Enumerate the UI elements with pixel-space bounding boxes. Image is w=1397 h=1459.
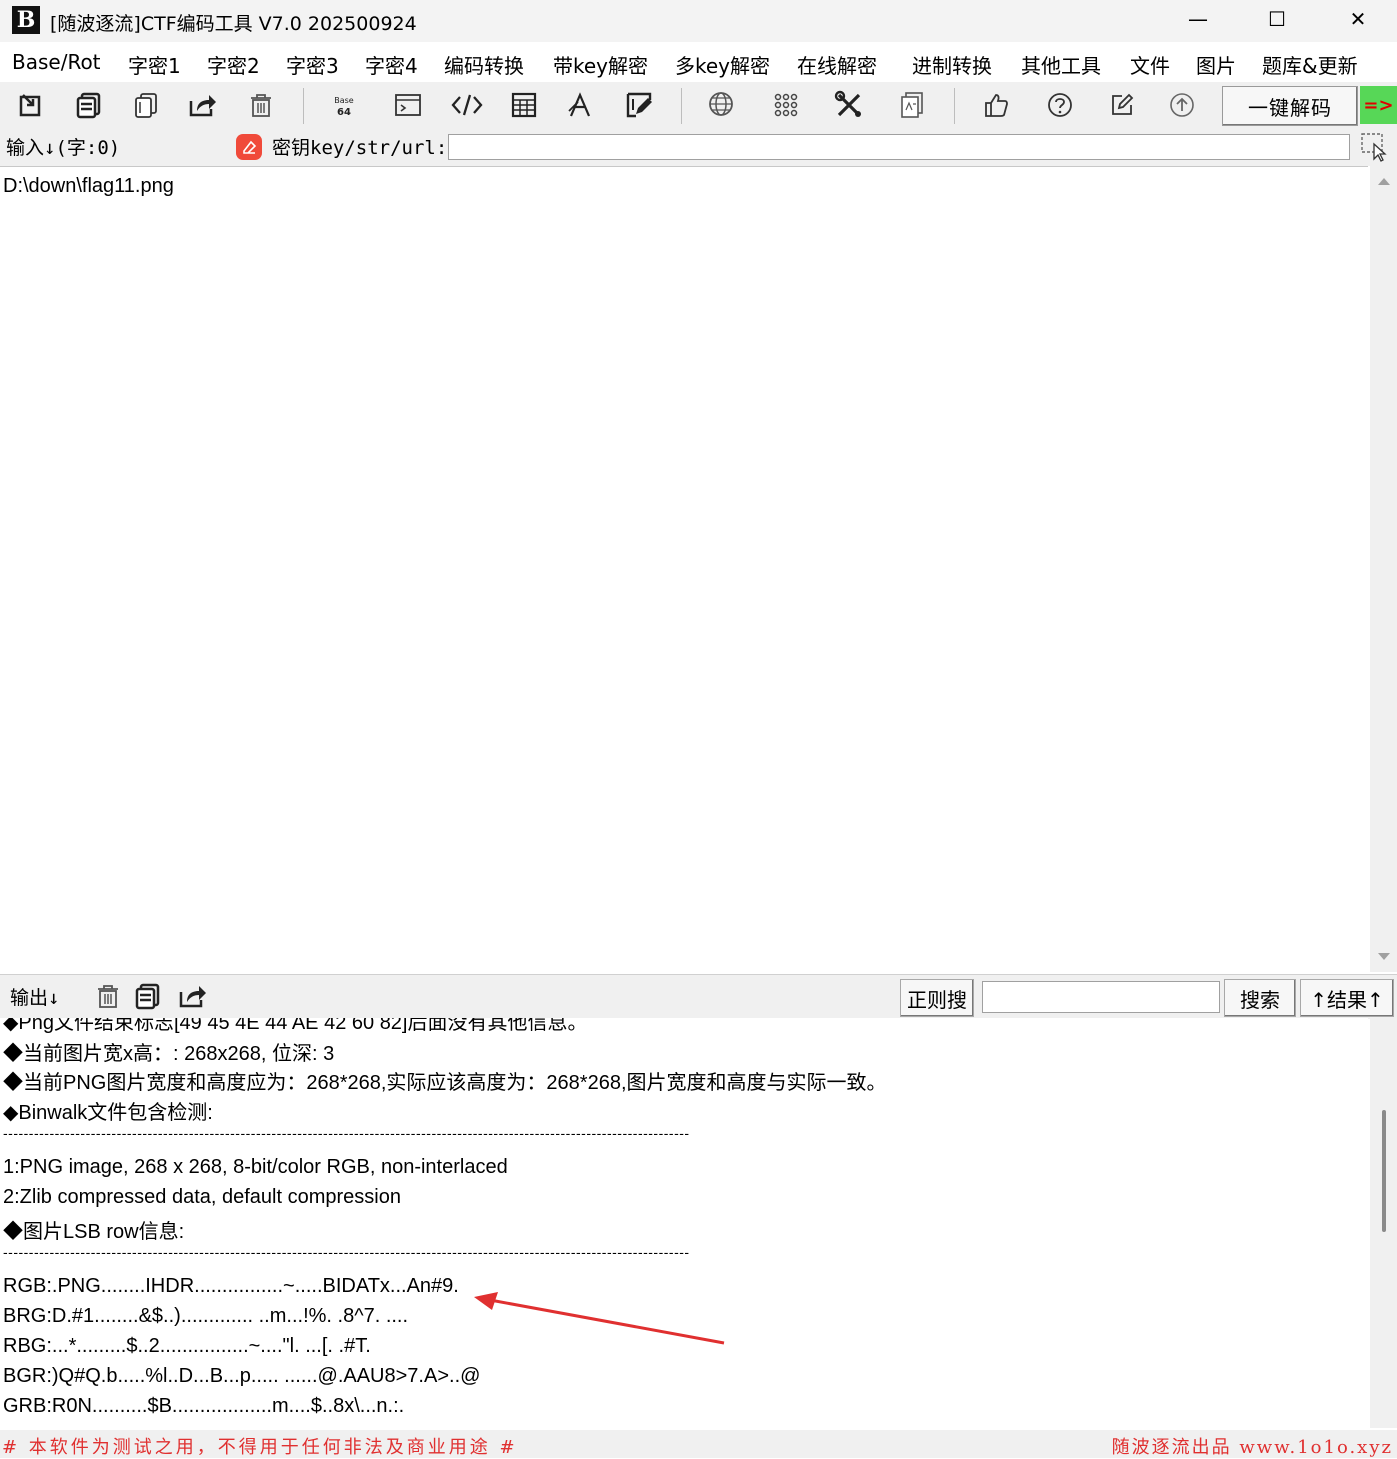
input-textarea[interactable]: D:\down\flag11.png	[0, 166, 1368, 973]
toolbar: Base 64 一键解码 =>	[0, 82, 1397, 128]
close-button[interactable]: ✕	[1319, 0, 1397, 38]
title-bar: B [随波逐流]CTF编码工具 V7.0 202500924 — ☐ ✕	[0, 0, 1397, 42]
menu-key-decrypt[interactable]: 带key解密	[553, 50, 648, 79]
import-icon[interactable]	[14, 88, 48, 122]
menu-other-tools[interactable]: 其他工具	[1021, 50, 1101, 79]
copy-output-icon[interactable]	[134, 982, 162, 1014]
output-textarea[interactable]: ◆Png文件结束标志[49 45 4E 44 AE 42 60 82]后面没有其…	[0, 1018, 1368, 1428]
tools-icon[interactable]	[832, 88, 866, 122]
annotation-arrow-icon	[474, 1292, 725, 1345]
font-icon[interactable]	[563, 88, 597, 122]
note-edit-icon[interactable]	[1105, 88, 1139, 122]
search-input[interactable]	[982, 981, 1220, 1013]
search-button[interactable]: 搜索	[1224, 979, 1296, 1017]
menu-library-update[interactable]: 题库&更新	[1262, 50, 1358, 79]
help-icon[interactable]	[1043, 88, 1077, 122]
output-line: ◆当前PNG图片宽度和高度应为：268*268,实际应该高度为：268*268,…	[3, 1072, 887, 1094]
minimize-button[interactable]: —	[1159, 0, 1237, 38]
input-scrollbar[interactable]	[1370, 166, 1397, 972]
menu-file[interactable]: 文件	[1130, 50, 1170, 79]
window-title: [随波逐流]CTF编码工具 V7.0 202500924	[50, 13, 417, 35]
svg-text:Base: Base	[334, 96, 354, 105]
app-logo: B	[12, 6, 40, 34]
key-label: 密钥key/str/url:	[272, 137, 448, 159]
scroll-thumb[interactable]	[1382, 1110, 1386, 1232]
key-input[interactable]	[448, 134, 1350, 160]
document-icon[interactable]	[895, 88, 929, 122]
globe-icon[interactable]	[705, 88, 739, 122]
share-icon[interactable]	[185, 88, 219, 122]
menu-encoding-convert[interactable]: 编码转换	[444, 50, 524, 79]
regex-search-button[interactable]: 正则搜	[900, 979, 974, 1017]
output-line: ◆图片LSB row信息:	[3, 1221, 185, 1243]
menu-zimi3[interactable]: 字密3	[286, 50, 339, 79]
grid-icon[interactable]	[769, 88, 803, 122]
output-line: GRB:R0N..........$B..................m..…	[3, 1395, 405, 1417]
menu-zimi4[interactable]: 字密4	[365, 50, 418, 79]
output-divider: ----------------------------------------…	[3, 1125, 690, 1141]
upload-icon[interactable]	[1165, 88, 1199, 122]
menu-base-rot[interactable]: Base/Rot	[12, 50, 101, 74]
output-line: BRG:D.#1........&$..)............. ..m..…	[3, 1305, 409, 1327]
output-divider: ----------------------------------------…	[3, 1244, 690, 1260]
menu-base-convert[interactable]: 进制转换	[912, 50, 992, 79]
output-line: 1:PNG image, 268 x 268, 8-bit/color RGB,…	[3, 1156, 508, 1178]
toolbar-separator	[681, 88, 682, 124]
output-line: ◆当前图片宽x高：: 268x268, 位深: 3	[3, 1043, 335, 1065]
svg-text:64: 64	[337, 107, 351, 118]
terminal-icon[interactable]	[391, 88, 425, 122]
output-scrollbar[interactable]	[1370, 1018, 1397, 1428]
output-header: 输出↓ 正则搜 搜索 ↑结果↑	[0, 974, 1397, 1019]
menu-multikey-decrypt[interactable]: 多key解密	[675, 50, 770, 79]
edit-sign-icon[interactable]	[622, 88, 656, 122]
status-bar: # 本软件为测试之用，不得用于任何非法及商业用途 # 随波逐流出品 www.1o…	[0, 1430, 1397, 1458]
share-output-icon[interactable]	[176, 982, 208, 1014]
output-line: ◆Png文件结束标志[49 45 4E 44 AE 42 60 82]后面没有其…	[3, 1018, 588, 1034]
menu-online-decrypt[interactable]: 在线解密	[797, 50, 877, 79]
toolbar-separator	[954, 88, 955, 124]
output-line: RBG:...*.........$..2................~..…	[3, 1335, 371, 1357]
result-button[interactable]: ↑结果↑	[1300, 979, 1394, 1017]
maximize-button[interactable]: ☐	[1238, 0, 1316, 38]
output-line: 2:Zlib compressed data, default compress…	[3, 1186, 401, 1208]
paste-icon[interactable]	[129, 88, 163, 122]
output-line: BGR:)Q#Q.b.....%l..D...B...p..... ......…	[3, 1365, 481, 1387]
trash-icon[interactable]	[244, 88, 278, 122]
eraser-icon[interactable]	[236, 134, 262, 160]
disclaimer-text: # 本软件为测试之用，不得用于任何非法及商业用途 #	[2, 1437, 518, 1458]
menu-zimi2[interactable]: 字密2	[207, 50, 260, 79]
output-label: 输出↓	[10, 987, 60, 1009]
input-text: D:\down\flag11.png	[3, 175, 174, 197]
clear-output-icon[interactable]	[94, 982, 122, 1014]
base64-icon[interactable]: Base 64	[327, 88, 361, 122]
output-line: RGB:.PNG........IHDR................~...…	[3, 1275, 459, 1297]
input-label: 输入↓(字:0)	[6, 137, 121, 159]
toolbar-separator	[303, 88, 304, 124]
menu-zimi1[interactable]: 字密1	[128, 50, 181, 79]
expand-panel-button[interactable]: =>	[1360, 86, 1397, 124]
output-line: ◆Binwalk文件包含检测:	[3, 1102, 213, 1124]
menu-image[interactable]: 图片	[1196, 50, 1236, 79]
one-click-decode-button[interactable]: 一键解码	[1222, 86, 1358, 126]
scroll-down-icon[interactable]	[1377, 952, 1391, 962]
calculator-icon[interactable]	[507, 88, 541, 122]
author-text: 随波逐流出品 www.1o1o.xyz	[1111, 1437, 1393, 1458]
copy-icon[interactable]	[72, 88, 106, 122]
scroll-up-icon[interactable]	[1377, 176, 1391, 186]
code-icon[interactable]	[450, 88, 484, 122]
menu-bar: Base/Rot 字密1 字密2 字密3 字密4 编码转换 带key解密 多ke…	[0, 44, 1397, 82]
select-cursor-icon[interactable]	[1360, 132, 1390, 162]
input-header: 输入↓(字:0) 密钥key/str/url:	[0, 128, 1397, 166]
thumbs-up-icon[interactable]	[979, 88, 1013, 122]
